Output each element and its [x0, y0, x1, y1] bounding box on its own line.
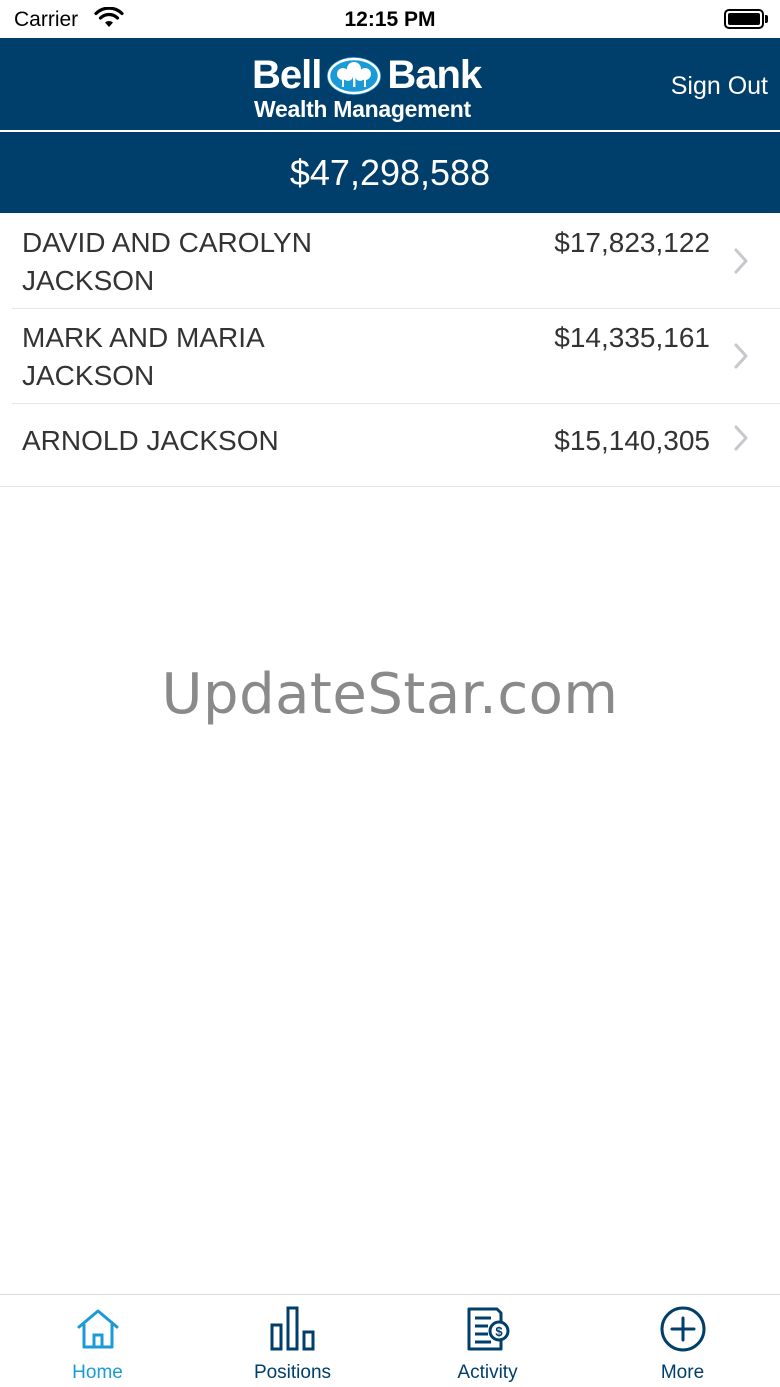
account-row[interactable]: ARNOLD JACKSON $15,140,305 [0, 404, 780, 487]
account-balance: $17,823,122 [554, 227, 710, 258]
document-dollar-icon: $ [467, 1307, 510, 1351]
tab-label: More [660, 1362, 705, 1383]
account-balance: $15,140,305 [554, 425, 710, 456]
watermark-text: UpdateStar.com [161, 662, 619, 727]
tab-more[interactable]: More [585, 1295, 780, 1387]
chevron-right-icon [734, 248, 748, 274]
tree-emblem-icon [327, 57, 382, 95]
account-row[interactable]: MARK AND MARIA JACKSON $14,335,161 [0, 309, 780, 404]
home-icon [77, 1309, 119, 1349]
tab-label: Home [72, 1362, 123, 1383]
account-name: ARNOLD JACKSON [22, 425, 279, 456]
chevron-right-icon [734, 343, 748, 369]
chevron-right-icon [734, 425, 748, 451]
total-balance-amount: $47,298,588 [289, 152, 491, 193]
sign-out-button[interactable]: Sign Out [671, 72, 768, 101]
logo-word-bell: Bell [252, 53, 322, 97]
battery-icon [724, 9, 768, 29]
account-row[interactable]: DAVID AND CAROLYN JACKSON $17,823,122 [0, 213, 780, 309]
account-name: DAVID AND CAROLYN JACKSON [22, 227, 312, 296]
tab-activity[interactable]: $ Activity [390, 1295, 585, 1387]
logo-word-bank: Bank [387, 53, 482, 97]
status-bar: Carrier 12:15 PM [0, 0, 780, 38]
logo-subtitle: Wealth Management [254, 96, 471, 122]
bell-bank-logo: Bell Bank Wealth Management [252, 54, 522, 126]
account-name: MARK AND MARIA JACKSON [22, 322, 264, 391]
total-balance-bar: $47,298,588 [0, 132, 780, 213]
tab-label: Positions [253, 1362, 332, 1383]
clock: 12:15 PM [344, 8, 436, 31]
account-list: DAVID AND CAROLYN JACKSON $17,823,122 MA… [0, 213, 780, 487]
app-header: Bell Bank Wealth Management Sign Out [0, 38, 780, 130]
row-divider [0, 486, 780, 487]
plus-circle-icon [660, 1306, 706, 1352]
tab-label: Activity [457, 1362, 518, 1383]
tab-home[interactable]: Home [0, 1295, 195, 1387]
tab-positions[interactable]: Positions [195, 1295, 390, 1387]
account-balance: $14,335,161 [554, 322, 710, 353]
svg-text:$: $ [495, 1324, 503, 1339]
bar-chart-icon [270, 1306, 315, 1351]
tab-bar: Home Positions $ Activity More [0, 1294, 780, 1387]
